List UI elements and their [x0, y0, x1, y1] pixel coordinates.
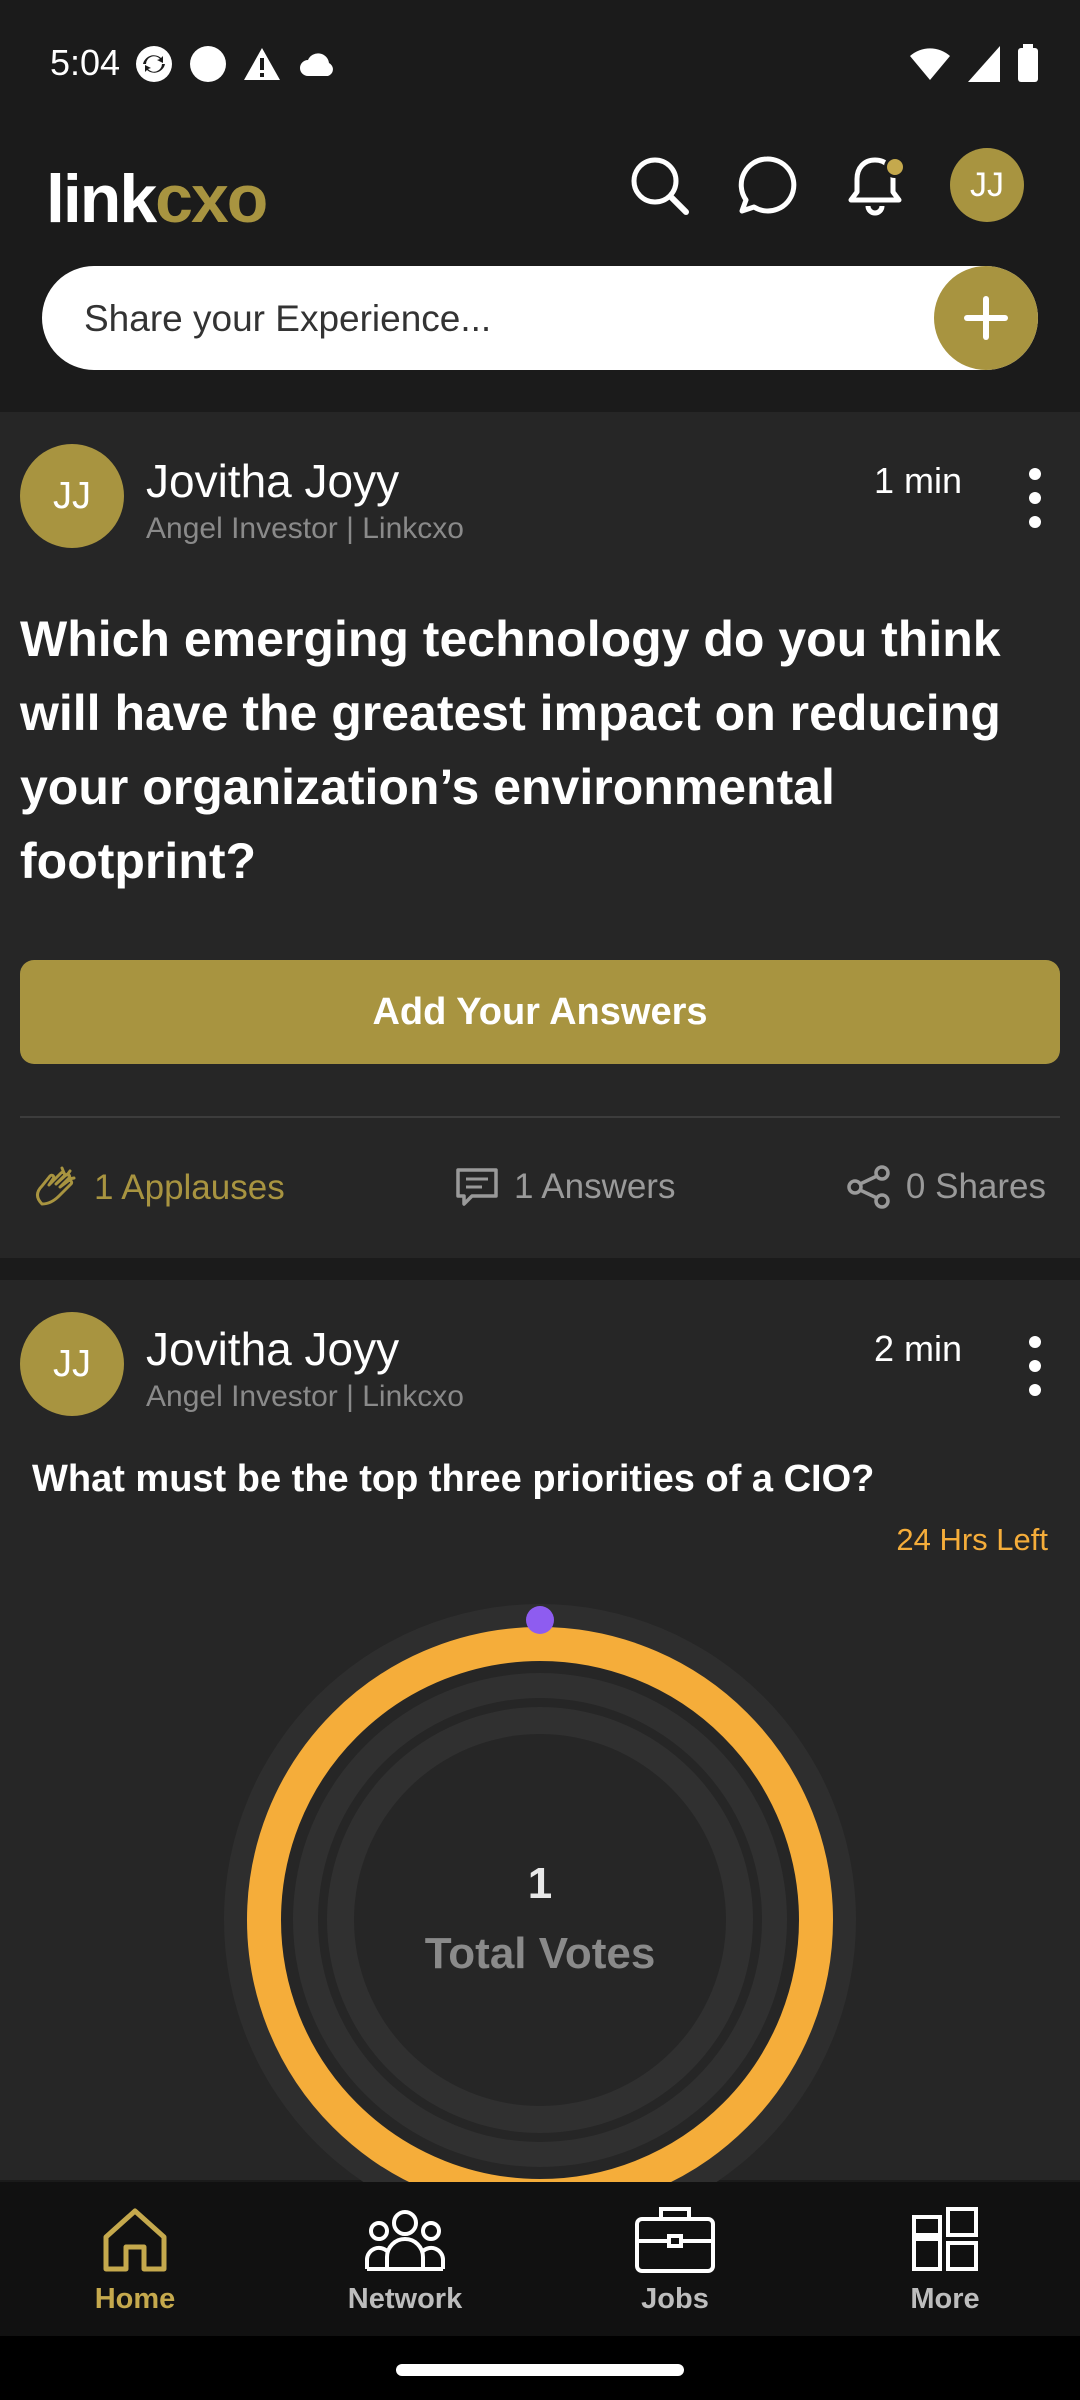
- comment-icon: [456, 1168, 498, 1206]
- nav-network[interactable]: Network: [270, 2182, 540, 2336]
- share-placeholder: Share your Experience...: [84, 298, 492, 339]
- warning-icon: [244, 48, 280, 80]
- kebab-dot: [1029, 468, 1041, 480]
- briefcase-icon: [635, 2206, 715, 2273]
- applause-button[interactable]: 1 Applauses: [32, 1164, 285, 1212]
- search-button[interactable]: [626, 152, 692, 218]
- wifi-icon: [910, 48, 950, 80]
- nav-network-label: Network: [347, 2282, 463, 2315]
- plus-icon: [964, 296, 1008, 340]
- clap-icon: [36, 1166, 76, 1206]
- author-name[interactable]: Jovitha Joyy: [146, 1322, 399, 1376]
- share-experience-input[interactable]: Share your Experience...: [42, 266, 1038, 370]
- ring-center: [354, 1734, 726, 2106]
- grid-icon: [912, 2206, 978, 2271]
- kebab-dot: [1029, 1384, 1041, 1396]
- more-options-button[interactable]: [1020, 1336, 1050, 1396]
- notification-dot: [884, 156, 906, 178]
- kebab-dot: [1029, 1336, 1041, 1348]
- profile-avatar[interactable]: JJ: [950, 148, 1024, 222]
- post-card: JJ Jovitha Joyy Angel Investor | Linkcxo…: [0, 412, 1080, 1258]
- notifications-button[interactable]: [842, 152, 908, 218]
- post-time: 2 min: [873, 1328, 962, 1369]
- logo-link-text: link: [46, 161, 157, 237]
- author-name[interactable]: Jovitha Joyy: [146, 454, 399, 508]
- poll-results-ring: 1 Total Votes: [224, 1604, 856, 2190]
- shares-count: 0 Shares: [905, 1167, 1046, 1206]
- search-icon: [631, 157, 689, 215]
- post-time: 1 min: [873, 460, 962, 501]
- poll-card: JJ Jovitha Joyy Angel Investor | Linkcxo…: [0, 1280, 1080, 2190]
- kebab-dot: [1029, 1360, 1041, 1372]
- home-icon: [103, 2208, 167, 2271]
- nav-home[interactable]: Home: [0, 2182, 270, 2336]
- applause-count: 1 Applauses: [94, 1168, 285, 1207]
- add-answer-button[interactable]: Add Your Answers: [20, 960, 1060, 1064]
- linkcxo-logo[interactable]: link cxo: [46, 154, 268, 244]
- add-post-button[interactable]: [934, 266, 1038, 370]
- author-subtitle: Angel Investor | Linkcxo: [146, 512, 464, 545]
- total-votes-label: Total Votes: [425, 1929, 656, 1978]
- author-subtitle: Angel Investor | Linkcxo: [146, 1380, 464, 1413]
- bottom-navigation: Home Network Jobs More: [0, 2182, 1080, 2336]
- battery-icon: [1018, 44, 1038, 82]
- nav-jobs[interactable]: Jobs: [540, 2182, 810, 2336]
- poll-question[interactable]: What must be the top three priorities of…: [32, 1458, 874, 1501]
- nav-more-label: More: [910, 2282, 980, 2315]
- poll-time-left: 24 Hrs Left: [896, 1522, 1048, 1557]
- nav-jobs-label: Jobs: [641, 2282, 709, 2315]
- nav-more[interactable]: More: [810, 2182, 1080, 2336]
- total-votes-value: 1: [528, 1859, 552, 1908]
- network-people-icon: [365, 2209, 445, 2271]
- share-icon: [847, 1165, 890, 1209]
- cloud-icon: [300, 53, 333, 76]
- author-avatar[interactable]: JJ: [20, 1312, 124, 1416]
- answers-button[interactable]: 1 Answers: [454, 1164, 675, 1210]
- kebab-dot: [1029, 516, 1041, 528]
- gesture-area: [0, 2336, 1080, 2400]
- app-header: link cxo JJ Share your Experience...: [0, 130, 1080, 410]
- home-gesture-bar[interactable]: [396, 2364, 684, 2376]
- author-avatar[interactable]: JJ: [20, 444, 124, 548]
- logo-cxo-text: cxo: [155, 161, 268, 237]
- circle-icon: [190, 46, 226, 82]
- signal-icon: [968, 46, 1000, 82]
- share-button[interactable]: 0 Shares: [846, 1164, 1046, 1210]
- status-time: 5:04: [50, 42, 121, 83]
- status-bar: 5:04: [0, 0, 1080, 130]
- more-options-button[interactable]: [1020, 468, 1050, 528]
- chat-bubble-icon: [738, 156, 797, 214]
- answers-count: 1 Answers: [514, 1167, 676, 1206]
- poll-option-dot: [526, 1606, 554, 1634]
- post-question[interactable]: Which emerging technology do you think w…: [20, 602, 1060, 898]
- divider: [20, 1116, 1060, 1118]
- messages-button[interactable]: [734, 152, 800, 218]
- sync-icon: [136, 46, 172, 82]
- nav-home-label: Home: [94, 2282, 176, 2315]
- kebab-dot: [1029, 492, 1041, 504]
